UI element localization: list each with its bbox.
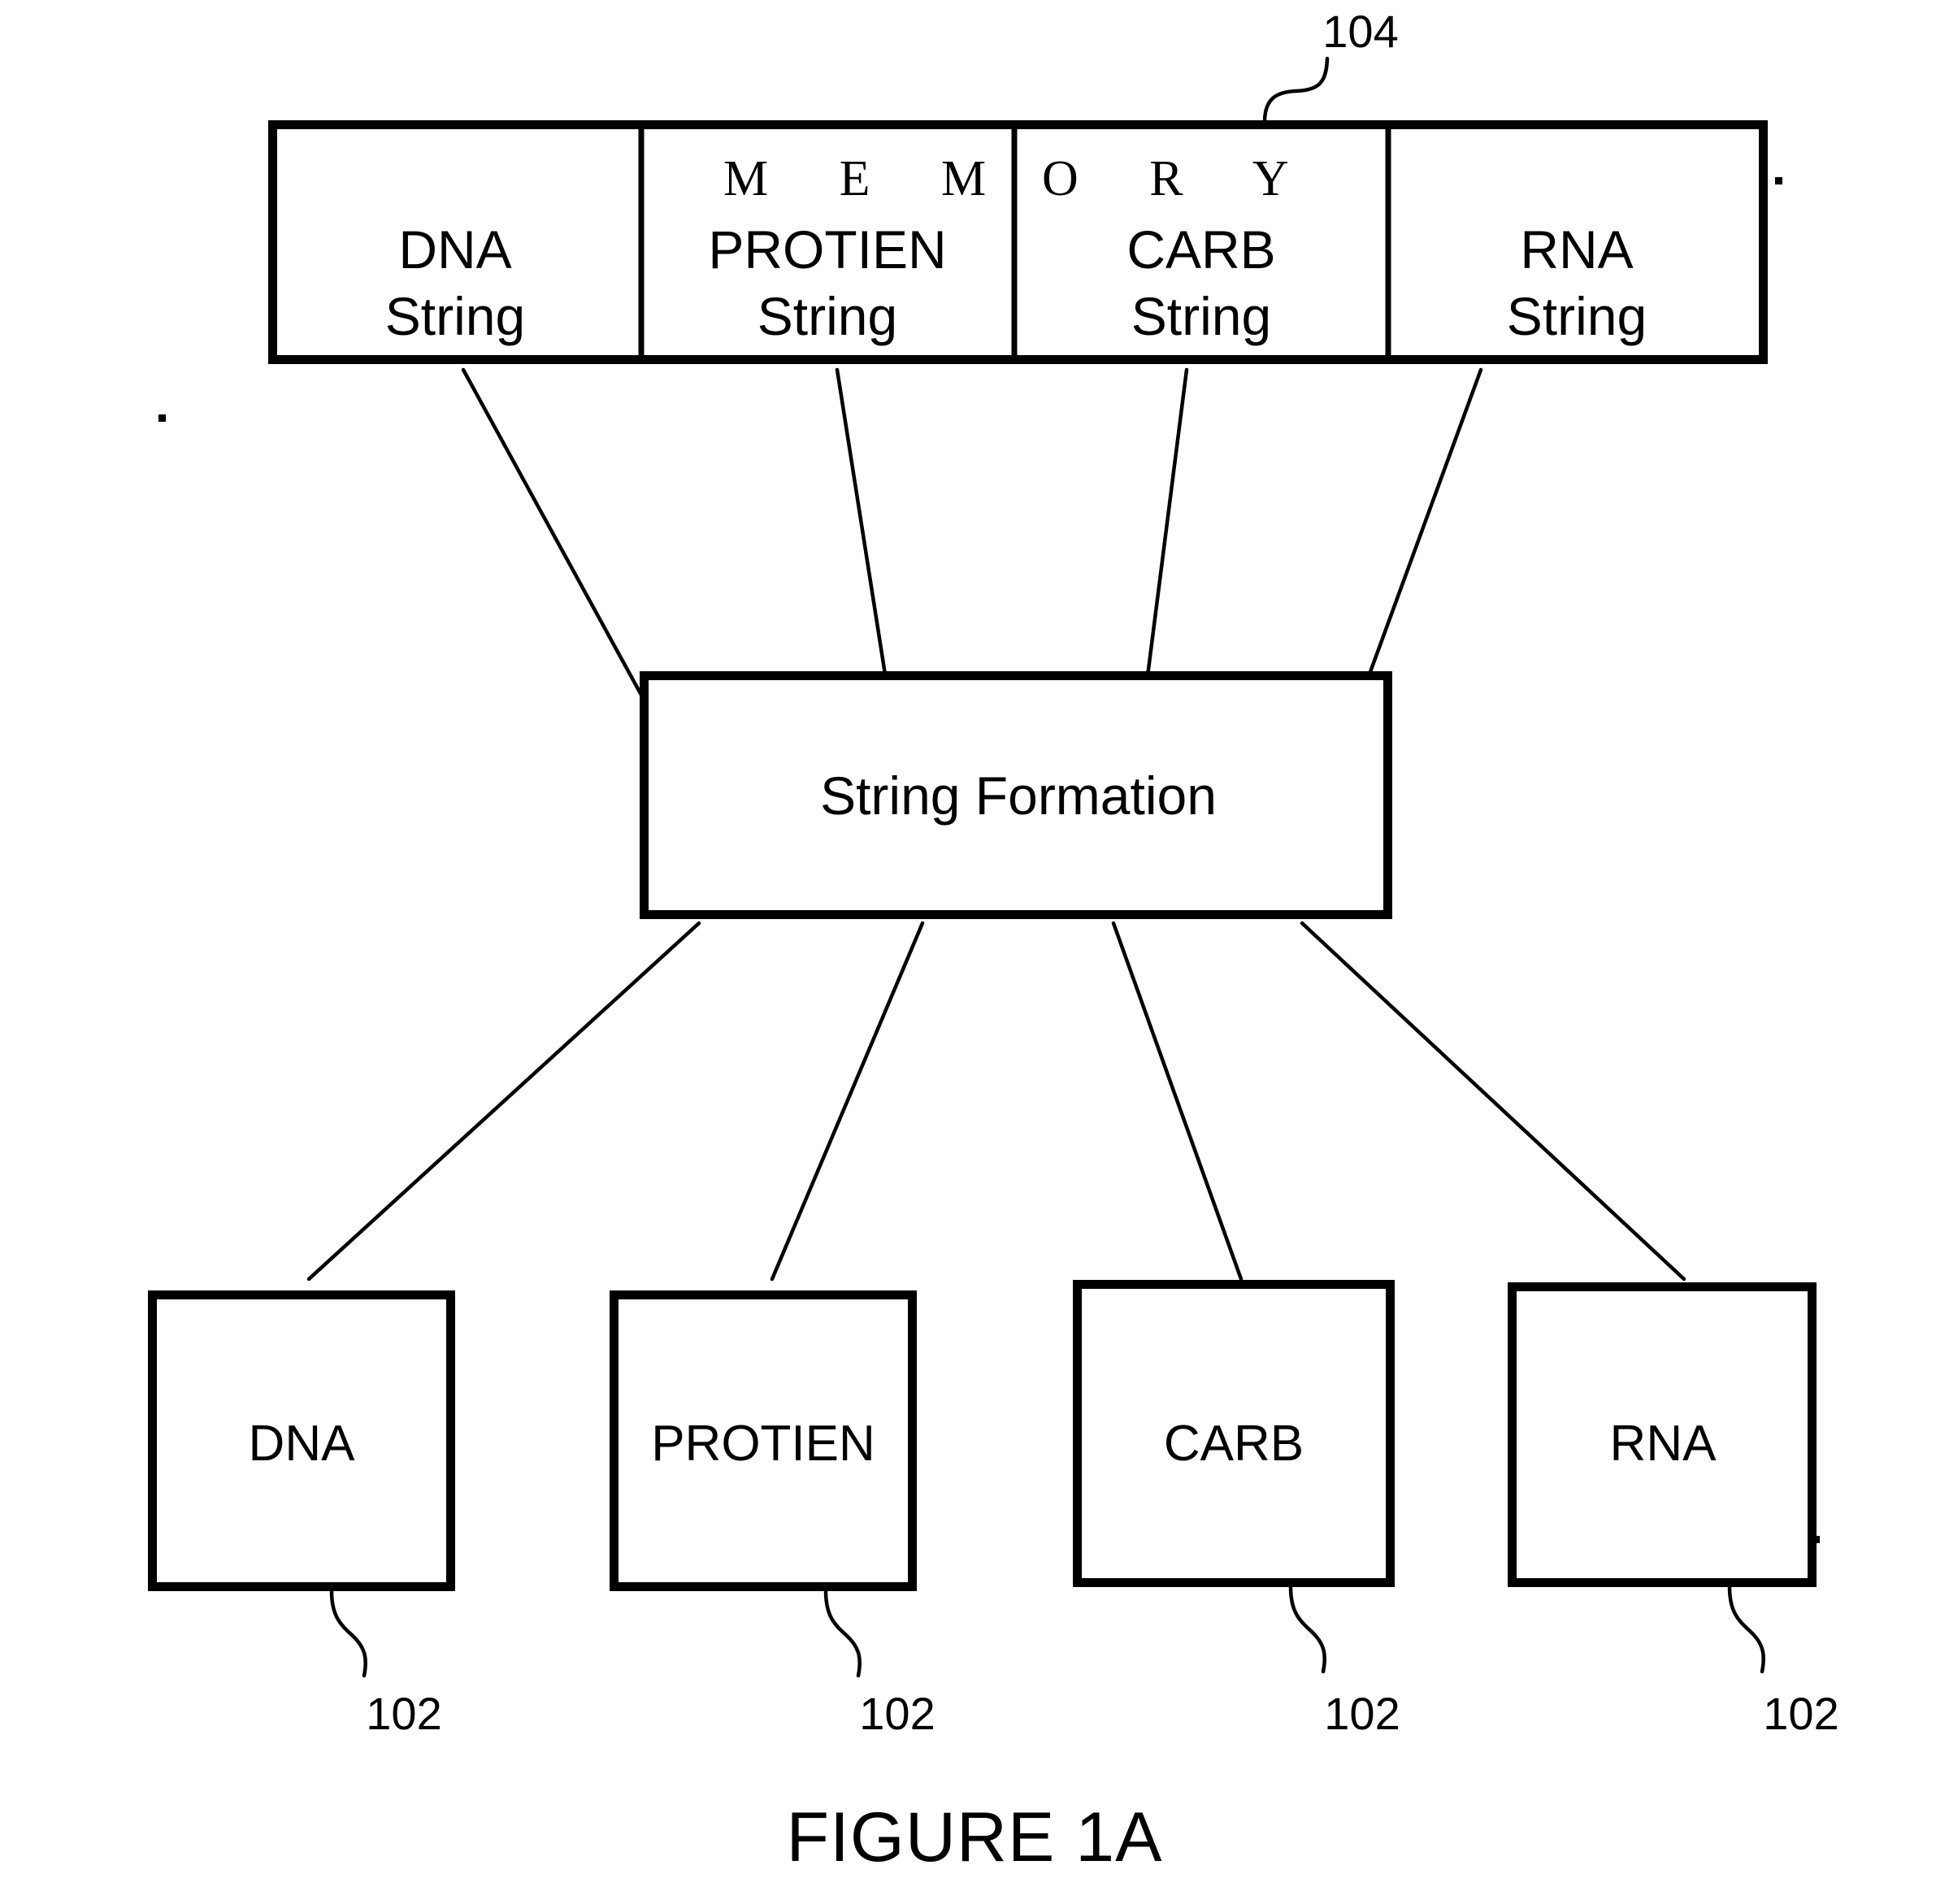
connector-formation-to-carb	[1111, 921, 1244, 1282]
string-formation-box[interactable]: String Formation	[640, 671, 1392, 919]
bottom-box-carb[interactable]: CARB	[1073, 1280, 1395, 1587]
bottom-box-rna-label: RNA	[1610, 1416, 1717, 1472]
bottom-box-rna[interactable]: RNA	[1508, 1282, 1817, 1587]
connectors-middle-to-bottom	[306, 921, 1686, 1282]
reference-leader-102-carb	[1288, 1585, 1326, 1674]
connector-formation-to-protien	[770, 921, 925, 1282]
reference-numeral-102-rna: 102	[1763, 1688, 1838, 1739]
bottom-box-dna[interactable]: DNA	[148, 1290, 455, 1591]
bottom-box-protien-label: PROTIEN	[651, 1416, 875, 1472]
memory-overlay-right: O R Y	[1042, 151, 1318, 206]
reference-numeral-102-protien: 102	[859, 1688, 935, 1739]
top-cell-rna-line2: String	[1507, 286, 1647, 346]
figure-caption: FIGURE 1A	[787, 1798, 1163, 1876]
top-cell-dna-line1: DNA	[398, 219, 511, 280]
reference-leader-102-rna	[1727, 1585, 1765, 1674]
top-cell-dna-line2: String	[385, 286, 525, 346]
string-formation-label: String Formation	[820, 766, 1217, 826]
bottom-box-carb-label: CARB	[1164, 1416, 1304, 1472]
memory-overlay-left: M E M	[723, 151, 1015, 206]
reference-leader-102-dna	[329, 1589, 367, 1678]
reference-leader-104	[1262, 56, 1330, 124]
top-cell-rna-line1: RNA	[1520, 219, 1633, 280]
connector-formation-to-dna	[306, 921, 701, 1282]
top-cell-protien-line1: PROTIEN	[708, 219, 946, 280]
reference-numeral-102-carb: 102	[1324, 1688, 1400, 1739]
top-row-group: M E M O R Y DNA String PROTIEN String CA…	[268, 6, 1768, 364]
connector-formation-to-rna	[1300, 921, 1686, 1282]
bottom-box-dna-label: DNA	[249, 1416, 356, 1472]
reference-numeral-102-dna: 102	[366, 1688, 441, 1739]
bottom-box-protien[interactable]: PROTIEN	[610, 1290, 917, 1591]
top-cell-protien-line2: String	[757, 286, 897, 346]
page-speck	[1775, 177, 1782, 184]
top-cell-carb-line2: String	[1131, 286, 1271, 346]
reference-numeral-104: 104	[1322, 6, 1398, 57]
top-cell-carb-line1: CARB	[1126, 219, 1275, 280]
patent-figure-1a: M E M O R Y DNA String PROTIEN String CA…	[0, 0, 1949, 1904]
reference-leader-102-protien	[823, 1589, 862, 1678]
figure-diagram-canvas: M E M O R Y DNA String PROTIEN String CA…	[148, 6, 1839, 1876]
page-speck	[158, 414, 166, 422]
